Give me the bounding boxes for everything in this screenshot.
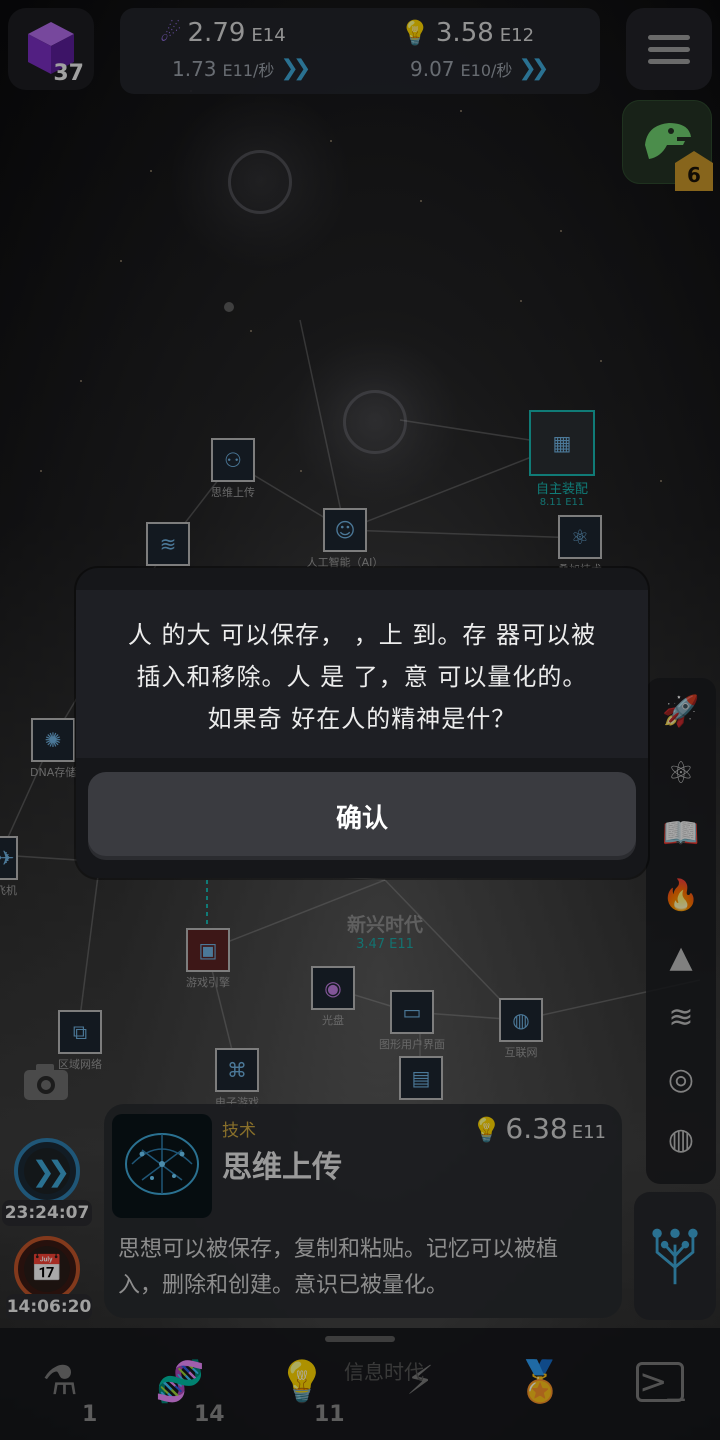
quote-dialog: 人 的大 可以保存， ，上 到。存 器可以被 插入和移除。人 是 了，意 可以量… <box>76 568 648 878</box>
confirm-button[interactable]: 确认 <box>88 772 636 860</box>
dialog-message: 人 的大 可以保存， ，上 到。存 器可以被 插入和移除。人 是 了，意 可以量… <box>127 621 597 733</box>
